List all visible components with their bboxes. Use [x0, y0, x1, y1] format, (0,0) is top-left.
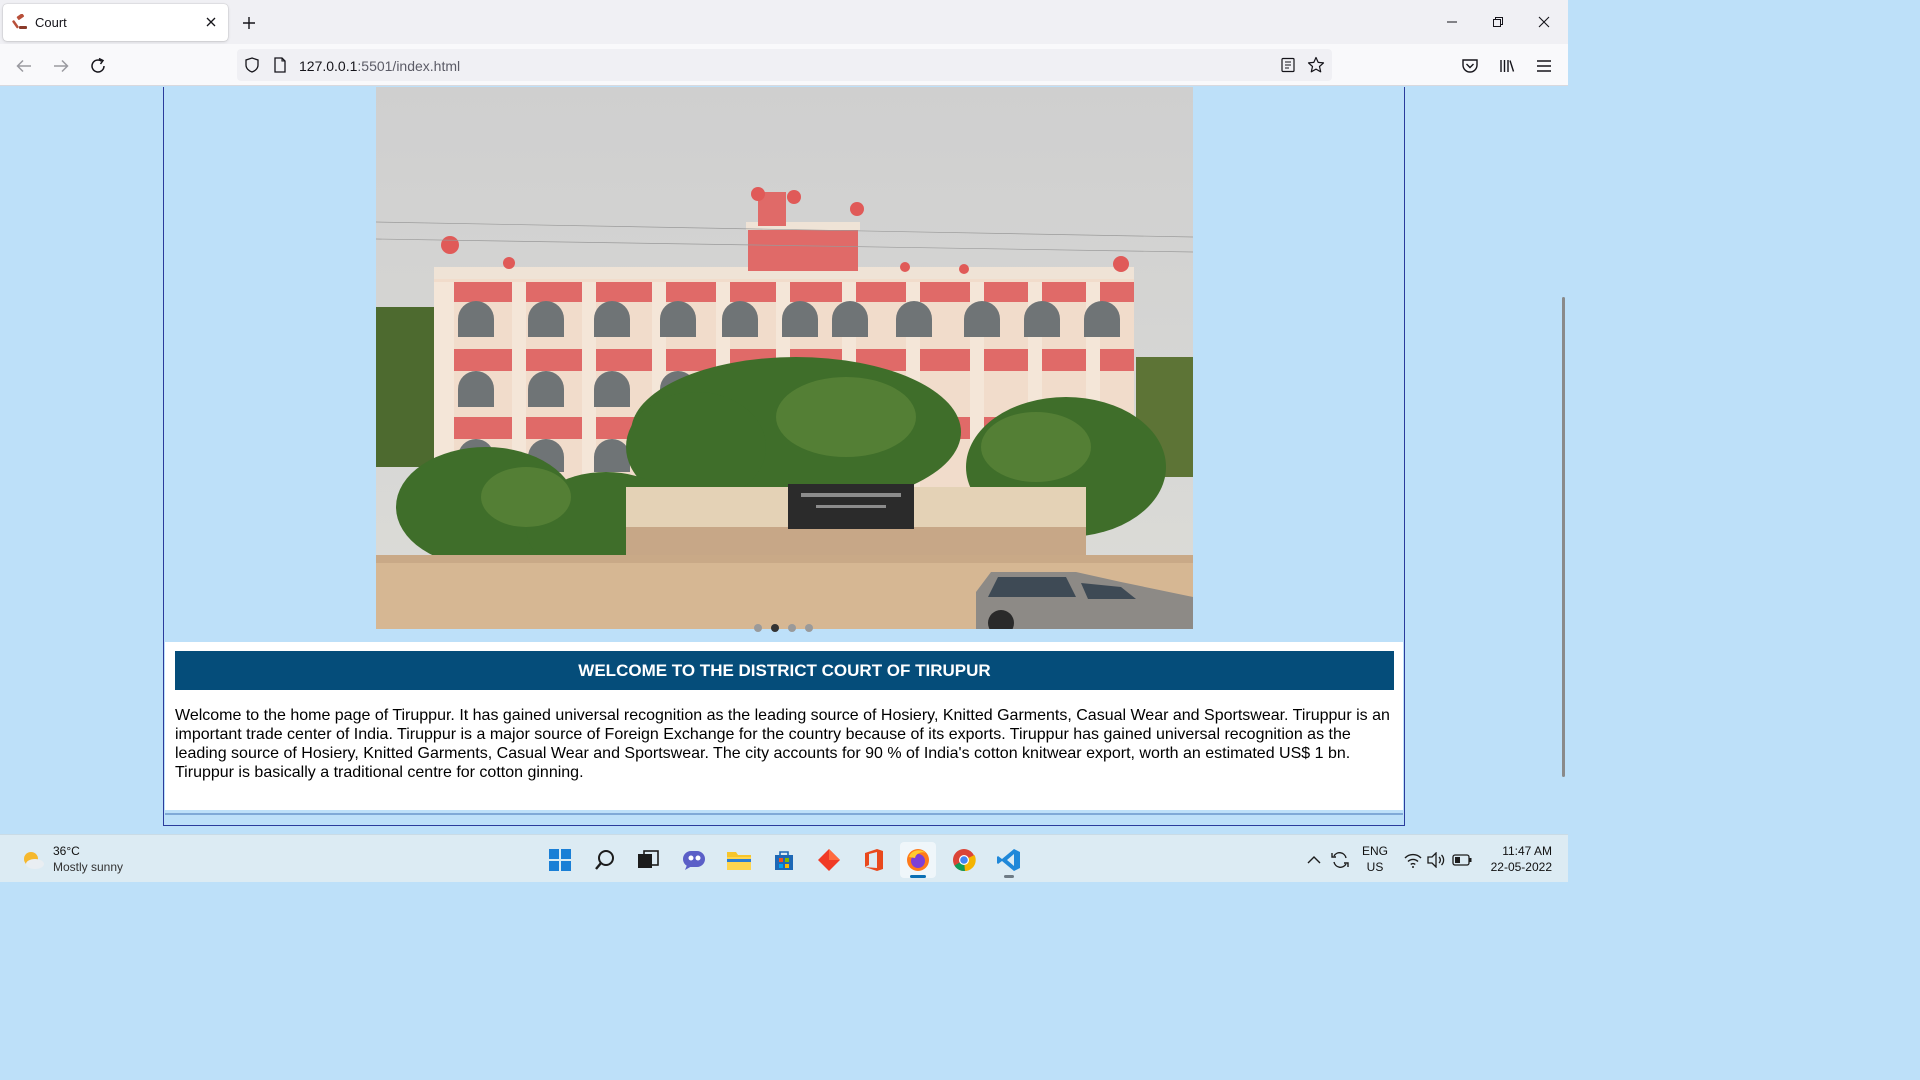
wifi-icon[interactable]	[1402, 849, 1424, 871]
library-icon[interactable]	[1494, 53, 1520, 79]
court-building-photo	[376, 87, 1193, 629]
tab-court[interactable]: Court	[3, 4, 228, 41]
section-divider	[165, 813, 1403, 815]
store-icon[interactable]	[766, 842, 802, 878]
reader-view-icon[interactable]	[1279, 56, 1297, 74]
running-indicator	[1004, 875, 1014, 878]
carousel-dot-1[interactable]	[754, 624, 762, 632]
clock-date: 22-05-2022	[1490, 860, 1552, 874]
main-container: WELCOME TO THE DISTRICT COURT OF TIRUPUR…	[163, 87, 1405, 826]
restore-icon[interactable]	[1483, 8, 1513, 36]
show-hidden-icons-chevron-icon[interactable]	[1303, 849, 1325, 871]
page-scrollbar[interactable]	[1562, 297, 1565, 777]
clock-time: 11:47 AM	[1502, 844, 1552, 858]
minimize-icon[interactable]	[1437, 8, 1467, 36]
navigation-toolbar: 127.0.0.1:5501/index.html	[0, 44, 1568, 86]
forward-arrow-icon[interactable]	[48, 53, 74, 79]
weather-condition[interactable]: Mostly sunny	[53, 860, 123, 874]
office-icon[interactable]	[856, 842, 892, 878]
tab-title: Court	[35, 15, 67, 30]
battery-icon[interactable]	[1451, 849, 1473, 871]
address-bar[interactable]: 127.0.0.1:5501/index.html	[237, 49, 1332, 81]
chat-icon[interactable]	[676, 842, 712, 878]
carousel-dot-2[interactable]	[771, 624, 779, 632]
carousel-dot-4[interactable]	[805, 624, 813, 632]
task-view-icon[interactable]	[630, 842, 666, 878]
language-indicator[interactable]: ENG US	[1362, 843, 1388, 875]
new-tab-button[interactable]	[238, 12, 260, 34]
bookmark-star-icon[interactable]	[1307, 56, 1325, 74]
url-path: :5501/index.html	[357, 58, 461, 74]
carousel-dot-3[interactable]	[788, 624, 796, 632]
firefox-icon[interactable]	[900, 842, 936, 878]
start-icon[interactable]	[542, 842, 578, 878]
volume-icon[interactable]	[1426, 849, 1448, 871]
url-host: 127.0.0.1	[299, 58, 358, 74]
language-region: US	[1366, 860, 1384, 874]
back-arrow-icon[interactable]	[11, 53, 37, 79]
file-explorer-icon[interactable]	[721, 842, 757, 878]
chrome-icon[interactable]	[946, 842, 982, 878]
welcome-paragraph: Welcome to the home page of Tiruppur. It…	[175, 707, 1390, 781]
taskbar-clock[interactable]: 11:47 AM 22-05-2022	[1476, 843, 1552, 875]
welcome-heading: WELCOME TO THE DISTRICT COURT OF TIRUPUR	[175, 651, 1394, 690]
weather-temperature[interactable]: 36°C	[53, 844, 80, 858]
taskbar: 36°C Mostly sunny ENG US 11:47 AM 22-05-…	[0, 834, 1568, 882]
page-info-icon[interactable]	[271, 56, 289, 74]
tab-strip: Court	[0, 0, 1568, 44]
url-text: 127.0.0.1:5501/index.html	[299, 58, 460, 74]
reload-icon[interactable]	[85, 53, 111, 79]
sync-icon[interactable]	[1329, 849, 1351, 871]
tracking-shield-icon[interactable]	[243, 56, 261, 74]
carousel-indicators	[754, 624, 813, 636]
close-window-icon[interactable]	[1529, 8, 1559, 36]
page-viewport: WELCOME TO THE DISTRICT COURT OF TIRUPUR…	[0, 87, 1568, 834]
app-icon[interactable]	[811, 842, 847, 878]
close-tab-icon[interactable]	[201, 12, 221, 32]
active-indicator	[910, 875, 926, 878]
vscode-icon[interactable]	[991, 842, 1027, 878]
search-icon[interactable]	[587, 842, 623, 878]
gavel-favicon-icon	[12, 14, 27, 29]
pocket-icon[interactable]	[1457, 53, 1483, 79]
partly-sunny-icon[interactable]	[20, 847, 46, 873]
carousel-slide-image[interactable]	[376, 87, 1193, 629]
language-code: ENG	[1362, 844, 1389, 858]
welcome-section: WELCOME TO THE DISTRICT COURT OF TIRUPUR…	[165, 642, 1403, 810]
menu-hamburger-icon[interactable]	[1531, 53, 1557, 79]
